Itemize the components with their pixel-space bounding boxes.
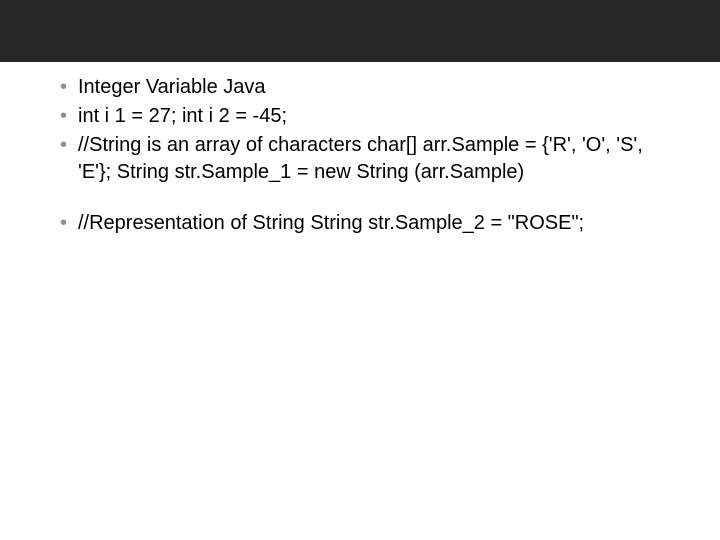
bullet-list: //Representation of String String str.Sa…: [60, 210, 674, 237]
bullet-list: Integer Variable Java int i 1 = 27; int …: [60, 74, 674, 186]
list-item: //Representation of String String str.Sa…: [60, 210, 674, 237]
title-bar: [0, 0, 720, 62]
list-item: //String is an array of characters char[…: [60, 132, 674, 186]
list-item: int i 1 = 27; int i 2 = -45;: [60, 103, 674, 130]
slide: Integer Variable Java int i 1 = 27; int …: [0, 0, 720, 540]
spacer: [60, 188, 674, 210]
list-item: Integer Variable Java: [60, 74, 674, 101]
slide-content: Integer Variable Java int i 1 = 27; int …: [0, 62, 720, 237]
